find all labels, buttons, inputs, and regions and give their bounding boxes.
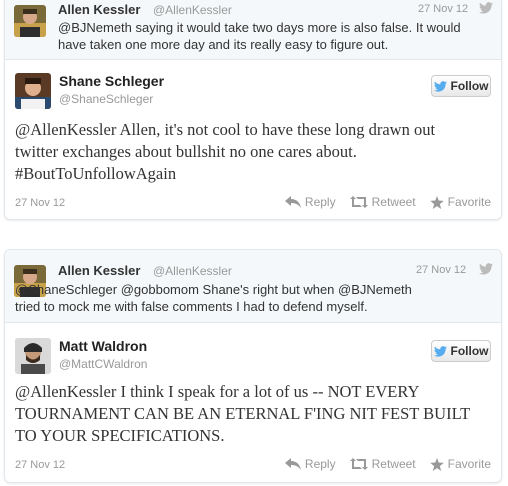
favorite-label: Favorite xyxy=(447,195,491,209)
twitter-bird-icon xyxy=(479,263,493,275)
tweet-card-1: Allen Kessler @AllenKessler 27 Nov 12 @B… xyxy=(4,0,502,220)
tweet-text-line-3: TO YOUR SPECIFICATIONS. xyxy=(15,426,225,445)
follow-label: Follow xyxy=(450,79,489,93)
reply-date[interactable]: 27 Nov 12 xyxy=(416,264,466,276)
tweet-date[interactable]: 27 Nov 12 xyxy=(15,459,65,471)
reply-text-line-1: @BJNemeth saying it would take two days … xyxy=(58,20,461,35)
author-name[interactable]: Shane Schleger xyxy=(59,73,164,89)
twitter-bird-icon xyxy=(433,80,447,92)
reply-action[interactable]: Reply xyxy=(284,195,336,209)
reply-icon xyxy=(284,458,301,470)
favorite-action[interactable]: Favorite xyxy=(429,457,491,471)
tweet-text-line-3[interactable]: #BoutToUnfollowAgain xyxy=(15,163,176,185)
tweet-text-line-2: TOURNAMENT CAN BE AN ETERNAL F'ING NIT F… xyxy=(15,404,471,423)
follow-button[interactable]: Follow xyxy=(431,75,491,97)
reply-text-line-1: @ShaneSchleger @gobbomom Shane's right b… xyxy=(15,282,412,297)
avatar[interactable] xyxy=(15,73,51,109)
avatar[interactable] xyxy=(14,5,46,37)
reply-label: Reply xyxy=(304,195,336,209)
twitter-bird-icon xyxy=(479,2,493,14)
reply-author-name[interactable]: Allen Kessler xyxy=(58,263,140,278)
tweet-actions: Reply Retweet Favorite xyxy=(271,195,491,209)
reply-tweet-2[interactable]: Allen Kessler @AllenKessler 27 Nov 12 @S… xyxy=(5,250,501,323)
avatar[interactable] xyxy=(15,338,51,374)
follow-label: Follow xyxy=(450,344,489,358)
author-name[interactable]: Matt Waldron xyxy=(59,338,147,354)
reply-label: Reply xyxy=(304,457,336,471)
tweet-date[interactable]: 27 Nov 12 xyxy=(15,197,65,209)
author-handle[interactable]: @ShaneSchleger xyxy=(59,92,153,106)
tweet-card-2: Allen Kessler @AllenKessler 27 Nov 12 @S… xyxy=(4,249,502,483)
reply-author-handle[interactable]: @AllenKessler xyxy=(153,264,232,278)
tweet-text-line-1: @AllenKessler Allen, it's not cool to ha… xyxy=(15,120,436,139)
tweet-text-line-1: @AllenKessler I think I speak for a lot … xyxy=(15,382,420,401)
favorite-star-icon xyxy=(429,457,444,471)
favorite-action[interactable]: Favorite xyxy=(429,195,491,209)
retweet-label: Retweet xyxy=(371,457,416,471)
follow-button[interactable]: Follow xyxy=(431,340,491,362)
twitter-bird-icon xyxy=(433,345,447,357)
reply-tweet-1[interactable]: Allen Kessler @AllenKessler 27 Nov 12 @B… xyxy=(5,0,501,60)
retweet-icon xyxy=(349,196,368,208)
retweet-action[interactable]: Retweet xyxy=(349,195,416,209)
retweet-icon xyxy=(349,458,368,470)
reply-author-name[interactable]: Allen Kessler xyxy=(58,2,140,17)
favorite-star-icon xyxy=(429,195,444,209)
retweet-action[interactable]: Retweet xyxy=(349,457,416,471)
reply-text-line-2: tried to mock me with false comments I h… xyxy=(15,299,368,314)
author-handle[interactable]: @MattCWaldron xyxy=(59,357,147,371)
favorite-label: Favorite xyxy=(447,457,491,471)
reply-author-handle[interactable]: @AllenKessler xyxy=(153,3,232,17)
reply-date[interactable]: 27 Nov 12 xyxy=(418,3,468,15)
tweet-actions: Reply Retweet Favorite xyxy=(271,457,491,471)
tweet-text-line-2: twitter exchanges about bullshit no one … xyxy=(15,142,357,161)
reply-action[interactable]: Reply xyxy=(284,457,336,471)
reply-icon xyxy=(284,196,301,208)
retweet-label: Retweet xyxy=(371,195,416,209)
reply-text-line-2: have taken one more day and its really e… xyxy=(58,37,389,52)
